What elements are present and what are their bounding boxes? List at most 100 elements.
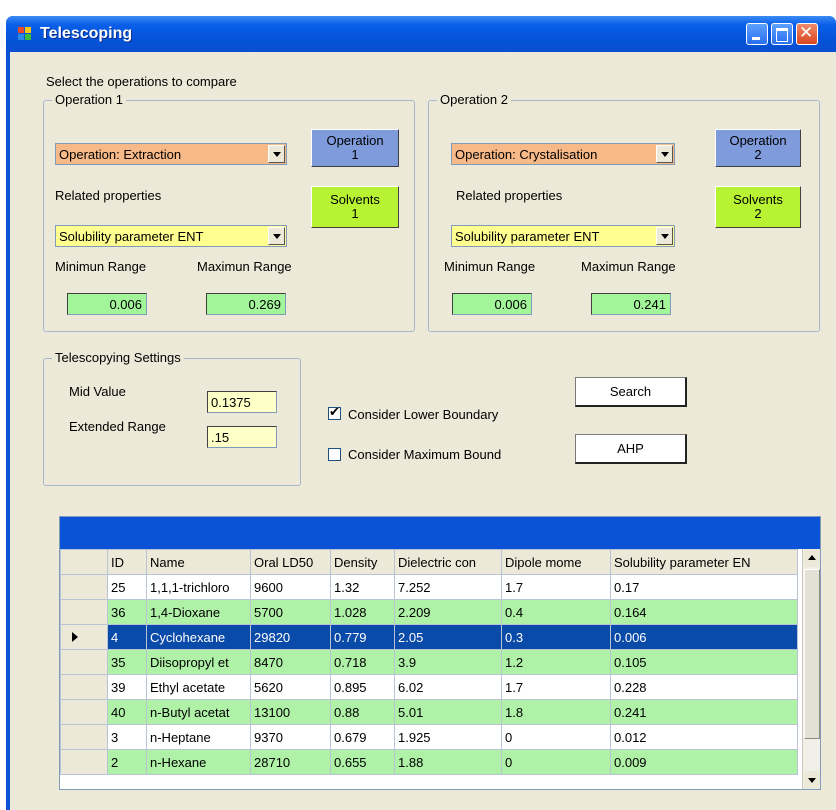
cell-dielectric[interactable]: 3.9 [394, 649, 502, 675]
lower-boundary-checkbox[interactable]: ✔ [328, 405, 341, 420]
table-row[interactable]: 36 1,4-Dioxane 5700 1.028 2.209 0.4 0.164 [60, 599, 798, 625]
cell-density[interactable]: 0.679 [330, 724, 395, 750]
cell-solubility[interactable]: 0.012 [610, 724, 798, 750]
cell-dielectric[interactable]: 2.05 [394, 624, 502, 650]
table-row[interactable]: 40 n-Butyl acetat 13100 0.88 5.01 1.8 0.241 [60, 699, 798, 725]
cell-solubility[interactable]: 0.164 [610, 599, 798, 625]
operation-1-select[interactable]: Operation: Extraction [55, 143, 287, 165]
property-1-select[interactable]: Solubility parameter ENT [55, 225, 287, 247]
title-bar[interactable]: Telescoping ✕ [6, 16, 836, 52]
table-row[interactable]: 39 Ethyl acetate 5620 0.895 6.02 1.7 0.228 [60, 674, 798, 700]
cell-id[interactable]: 39 [107, 674, 147, 700]
row-header[interactable] [60, 624, 108, 650]
cell-oral-ld50[interactable]: 13100 [250, 699, 331, 725]
cell-dielectric[interactable]: 7.252 [394, 574, 502, 600]
maximum-bound-label[interactable]: Consider Maximum Bound [348, 447, 501, 462]
cell-name[interactable]: 1,4-Dioxane [146, 599, 251, 625]
cell-name[interactable]: 1,1,1-trichloro [146, 574, 251, 600]
chevron-down-icon[interactable] [656, 227, 673, 245]
solvents-2-button[interactable]: Solvents 2 [715, 186, 801, 228]
cell-oral-ld50[interactable]: 29820 [250, 624, 331, 650]
cell-name[interactable]: Cyclohexane [146, 624, 251, 650]
mid-value-field[interactable]: 0.1375 [207, 391, 277, 413]
table-row[interactable]: 35 Diisopropyl et 8470 0.718 3.9 1.2 0.105 [60, 649, 798, 675]
cell-dipole[interactable]: 0.4 [501, 599, 611, 625]
column-header-solubility[interactable]: Solubility parameter EN [610, 549, 798, 575]
operation-2-max-field[interactable]: 0.241 [591, 293, 671, 315]
grid-vertical-scrollbar[interactable] [802, 549, 820, 789]
solvents-grid[interactable]: ID Name Oral LD50 Density Dielectric con… [59, 516, 821, 790]
row-header[interactable] [60, 749, 108, 775]
column-header-id[interactable]: ID [107, 549, 147, 575]
extended-range-field[interactable]: .15 [207, 426, 277, 448]
operation-2-min-field[interactable]: 0.006 [452, 293, 532, 315]
cell-id[interactable]: 3 [107, 724, 147, 750]
scroll-down-icon[interactable] [804, 771, 820, 789]
operation-2-select[interactable]: Operation: Crystalisation [451, 143, 675, 165]
cell-dielectric[interactable]: 1.88 [394, 749, 502, 775]
cell-id[interactable]: 35 [107, 649, 147, 675]
cell-density[interactable]: 1.028 [330, 599, 395, 625]
operation-1-min-field[interactable]: 0.006 [67, 293, 147, 315]
chevron-down-icon[interactable] [656, 145, 673, 163]
cell-solubility[interactable]: 0.17 [610, 574, 798, 600]
cell-dielectric[interactable]: 1.925 [394, 724, 502, 750]
cell-density[interactable]: 0.779 [330, 624, 395, 650]
cell-dipole[interactable]: 0 [501, 724, 611, 750]
cell-name[interactable]: n-Butyl acetat [146, 699, 251, 725]
cell-dipole[interactable]: 1.2 [501, 649, 611, 675]
cell-solubility[interactable]: 0.105 [610, 649, 798, 675]
cell-dipole[interactable]: 1.8 [501, 699, 611, 725]
column-header-name[interactable]: Name [146, 549, 251, 575]
cell-oral-ld50[interactable]: 8470 [250, 649, 331, 675]
cell-dielectric[interactable]: 6.02 [394, 674, 502, 700]
cell-dielectric[interactable]: 5.01 [394, 699, 502, 725]
cell-oral-ld50[interactable]: 9370 [250, 724, 331, 750]
table-row[interactable]: 25 1,1,1-trichloro 9600 1.32 7.252 1.7 0.17 [60, 574, 798, 600]
chevron-down-icon[interactable] [268, 227, 285, 245]
cell-oral-ld50[interactable]: 28710 [250, 749, 331, 775]
cell-dipole[interactable]: 1.7 [501, 574, 611, 600]
cell-dielectric[interactable]: 2.209 [394, 599, 502, 625]
cell-id[interactable]: 25 [107, 574, 147, 600]
scroll-thumb[interactable] [804, 569, 820, 739]
cell-dipole[interactable]: 0 [501, 749, 611, 775]
operation-1-button[interactable]: Operation 1 [311, 129, 399, 167]
chevron-down-icon[interactable] [268, 145, 285, 163]
minimize-button[interactable] [746, 23, 768, 45]
search-button[interactable]: Search [575, 377, 687, 407]
cell-density[interactable]: 0.895 [330, 674, 395, 700]
cell-solubility[interactable]: 0.228 [610, 674, 798, 700]
cell-oral-ld50[interactable]: 5700 [250, 599, 331, 625]
maximize-button[interactable] [771, 23, 793, 45]
cell-density[interactable]: 1.32 [330, 574, 395, 600]
row-header[interactable] [60, 574, 108, 600]
cell-name[interactable]: n-Hexane [146, 749, 251, 775]
maximum-bound-checkbox[interactable] [328, 448, 341, 461]
cell-dipole[interactable]: 1.7 [501, 674, 611, 700]
ahp-button[interactable]: AHP [575, 434, 687, 464]
column-header-oral-ld50[interactable]: Oral LD50 [250, 549, 331, 575]
close-button[interactable]: ✕ [796, 23, 818, 45]
row-header[interactable] [60, 724, 108, 750]
column-header-dipole[interactable]: Dipole mome [501, 549, 611, 575]
row-header[interactable] [60, 674, 108, 700]
property-2-select[interactable]: Solubility parameter ENT [451, 225, 675, 247]
cell-name[interactable]: Diisopropyl et [146, 649, 251, 675]
lower-boundary-label[interactable]: Consider Lower Boundary [348, 407, 498, 422]
column-header-density[interactable]: Density [330, 549, 395, 575]
row-header[interactable] [60, 599, 108, 625]
cell-oral-ld50[interactable]: 5620 [250, 674, 331, 700]
cell-id[interactable]: 36 [107, 599, 147, 625]
cell-density[interactable]: 0.718 [330, 649, 395, 675]
scroll-up-icon[interactable] [804, 549, 820, 567]
cell-density[interactable]: 0.88 [330, 699, 395, 725]
cell-name[interactable]: n-Heptane [146, 724, 251, 750]
cell-oral-ld50[interactable]: 9600 [250, 574, 331, 600]
table-row[interactable]: 3 n-Heptane 9370 0.679 1.925 0 0.012 [60, 724, 798, 750]
cell-dipole[interactable]: 0.3 [501, 624, 611, 650]
solvents-1-button[interactable]: Solvents 1 [311, 186, 399, 228]
cell-solubility[interactable]: 0.006 [610, 624, 798, 650]
cell-id[interactable]: 2 [107, 749, 147, 775]
operation-1-max-field[interactable]: 0.269 [206, 293, 286, 315]
